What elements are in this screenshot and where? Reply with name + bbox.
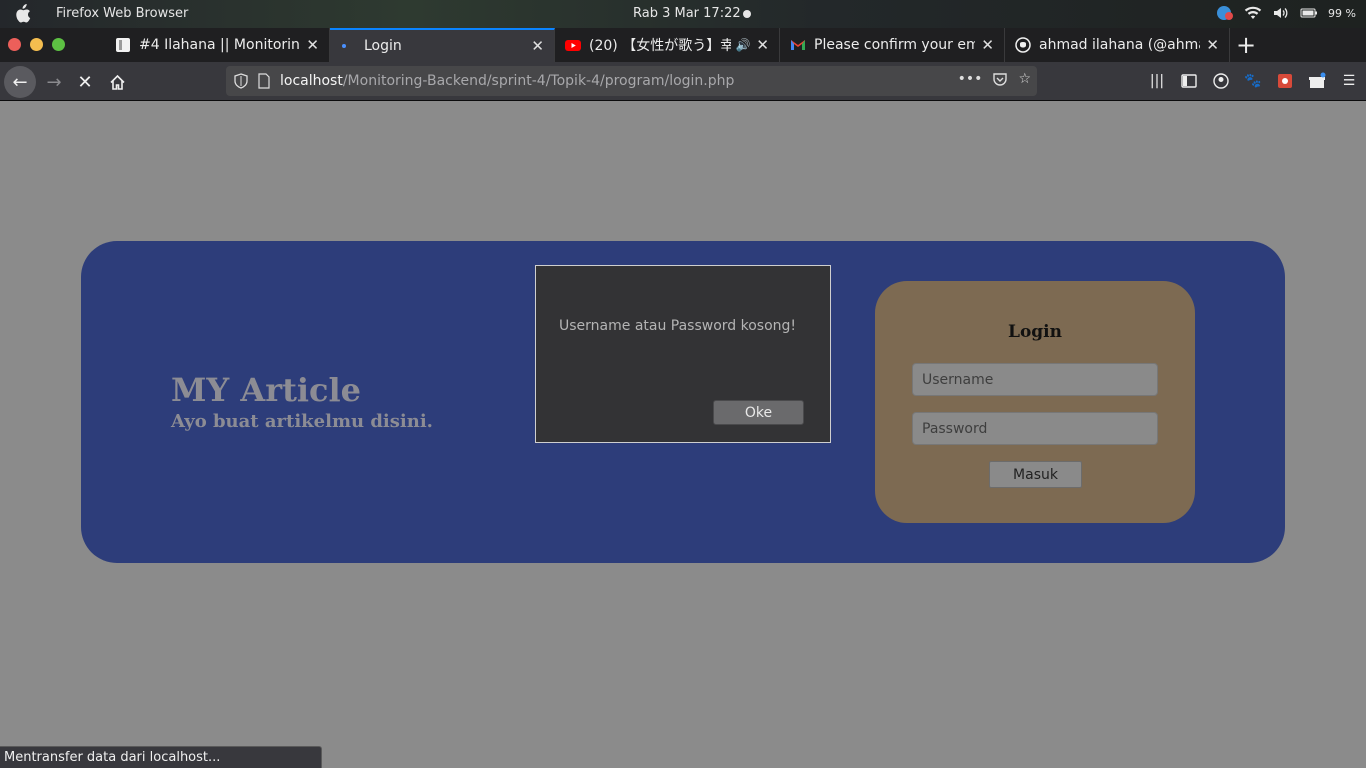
login-card: Login Masuk [875, 281, 1195, 523]
extension-icon[interactable] [1276, 72, 1294, 90]
tab-monitoring[interactable]: #4 Ilahana || Monitoring B ✕ [105, 28, 330, 62]
wifi-icon[interactable] [1244, 5, 1262, 21]
more-actions-icon[interactable]: ••• [958, 71, 983, 87]
account-icon[interactable] [1212, 72, 1230, 90]
page-subtitle: Ayo buat artikelmu disini. [171, 411, 433, 432]
tab-close-icon[interactable]: ✕ [306, 36, 319, 54]
bookmark-star-icon[interactable]: ☆ [1018, 71, 1031, 87]
gmail-icon [791, 40, 805, 50]
tracking-protection-shield-icon[interactable] [234, 73, 248, 89]
gnome-extension-icon[interactable]: 🐾 [1244, 72, 1262, 90]
forward-arrow-icon[interactable]: → [38, 66, 70, 98]
tab-label: #4 Ilahana || Monitoring B [139, 37, 300, 53]
tab-close-icon[interactable]: ✕ [531, 37, 544, 55]
notification-dot-icon [743, 10, 751, 18]
home-icon[interactable] [101, 66, 133, 98]
active-app-name[interactable]: Firefox Web Browser [56, 6, 188, 21]
url-text: localhost/Monitoring-Backend/sprint-4/To… [280, 73, 734, 89]
url-bar[interactable]: localhost/Monitoring-Backend/sprint-4/To… [226, 66, 1037, 96]
speaker-icon[interactable]: 🔊 [735, 38, 750, 52]
tab-label: (20) 【女性が歌う】幸 [589, 38, 732, 54]
window-close-button[interactable] [8, 38, 21, 51]
tab-gmail[interactable]: Please confirm your ema ✕ [780, 28, 1005, 62]
tab-label: Please confirm your ema [814, 37, 976, 53]
tab-strip: #4 Ilahana || Monitoring B ✕ Login ✕ (20… [0, 28, 1366, 62]
tab-close-icon[interactable]: ✕ [756, 36, 769, 54]
system-top-bar: Firefox Web Browser Rab 3 Mar 17:22 99 % [0, 0, 1366, 28]
hamburger-menu-icon[interactable]: ☰ [1340, 72, 1358, 90]
url-host: localhost [280, 73, 343, 89]
window-minimize-button[interactable] [30, 38, 43, 51]
new-tab-plus-icon[interactable]: + [1236, 31, 1256, 59]
login-submit-button[interactable]: Masuk [989, 461, 1082, 488]
battery-icon[interactable] [1300, 5, 1318, 21]
page-title: MY Article [171, 371, 362, 409]
battery-percent: 99 % [1328, 6, 1356, 20]
system-tray: 99 % [1216, 5, 1356, 21]
volume-icon[interactable] [1272, 5, 1290, 21]
github-icon [1015, 37, 1031, 53]
back-arrow-icon[interactable]: ← [4, 66, 36, 98]
tab-label: ahmad ilahana (@ahmad [1039, 37, 1201, 53]
alert-dialog: Username atau Password kosong! Oke [535, 265, 831, 443]
tab-close-icon[interactable]: ✕ [1206, 36, 1219, 54]
tab-close-icon[interactable]: ✕ [981, 36, 994, 54]
pocket-icon[interactable] [992, 71, 1008, 87]
clock[interactable]: Rab 3 Mar 17:22 [633, 6, 741, 21]
page-info-icon[interactable] [258, 73, 270, 89]
page-icon [116, 38, 130, 52]
gift-icon[interactable] [1308, 72, 1326, 90]
toolbar-icons: ||| 🐾 ☰ [1148, 72, 1358, 90]
sidebar-icon[interactable] [1180, 72, 1198, 90]
status-bar: Mentransfer data dari localhost... [0, 746, 322, 768]
url-path: /Monitoring-Backend/sprint-4/Topik-4/pro… [342, 73, 735, 89]
loading-dot-icon [342, 44, 346, 48]
youtube-icon [565, 40, 581, 51]
telegram-icon[interactable] [1216, 5, 1234, 21]
password-input[interactable] [912, 412, 1158, 445]
tab-youtube[interactable]: (20) 【女性が歌う】幸 🔊 ✕ [555, 28, 780, 62]
tab-login[interactable]: Login ✕ [330, 28, 555, 62]
username-input[interactable] [912, 363, 1158, 396]
stop-loading-icon[interactable]: ✕ [69, 66, 101, 98]
tab-label: Login [364, 38, 402, 54]
alert-ok-button[interactable]: Oke [713, 400, 804, 425]
navigation-bar: ← → ✕ localhost/Monitoring-Backend/sprin… [0, 62, 1366, 101]
login-heading: Login [1008, 322, 1062, 342]
alert-message: Username atau Password kosong! [559, 318, 797, 334]
window-maximize-button[interactable] [52, 38, 65, 51]
library-icon[interactable]: ||| [1148, 72, 1166, 90]
tab-github[interactable]: ahmad ilahana (@ahmad ✕ [1005, 28, 1230, 62]
apple-logo-icon[interactable] [13, 4, 31, 24]
